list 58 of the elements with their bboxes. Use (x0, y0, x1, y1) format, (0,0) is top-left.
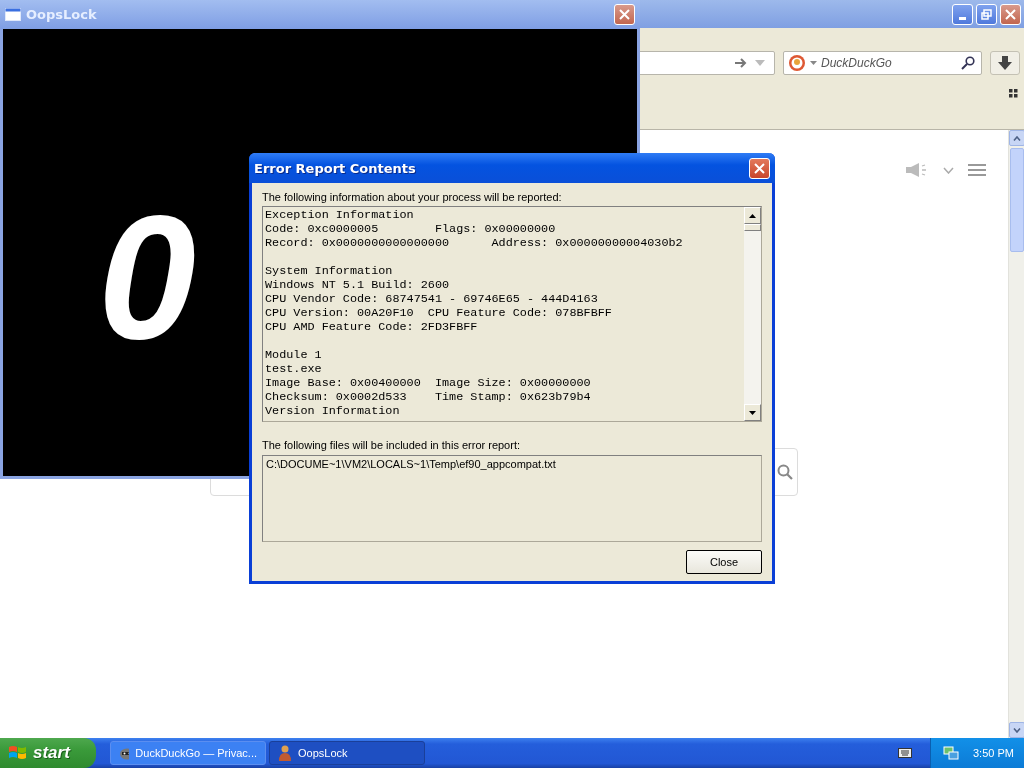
taskbar-button[interactable]: OopsLock (269, 741, 425, 765)
close-button[interactable] (1000, 3, 1021, 25)
dialog-title: Error Report Contents (254, 160, 417, 176)
report-line: Code: 0xc0000005 Flags: 0x00000000 (265, 222, 557, 236)
report-line: Module 1 (265, 348, 323, 362)
duck-logo-icon (788, 54, 806, 72)
close-icon (754, 162, 765, 174)
report-line: Version Information (265, 404, 401, 418)
arrow-up-icon (749, 213, 756, 218)
restore-button[interactable] (976, 3, 997, 25)
start-button[interactable]: start (0, 738, 96, 768)
close-button[interactable] (749, 157, 770, 179)
menu-icon[interactable] (968, 163, 986, 177)
files-label: The following files will be included in this error report: (262, 439, 521, 451)
minimize-button[interactable] (952, 3, 973, 25)
chevron-down-icon[interactable] (943, 166, 954, 174)
keyboard-icon (898, 748, 912, 758)
scrollbar[interactable] (1008, 130, 1024, 738)
window-title: OopsLock (26, 7, 98, 22)
report-line: CPU Vendor Code: 68747541 - 69746E65 - 444D4163 (265, 292, 599, 306)
scrollbar-thumb[interactable] (1010, 148, 1024, 252)
close-icon (619, 9, 630, 20)
report-line: CPU AMD Feature Code: 2FD3FBFF (265, 320, 479, 334)
report-line: Exception Information (265, 208, 415, 222)
report-line: Record: 0x0000000000000000 Address: 0x00000000004030b2 (265, 236, 684, 250)
restore-icon (981, 8, 992, 20)
report-line: Windows NT 5.1 Build: 2600 (265, 278, 451, 292)
minimize-icon (959, 16, 966, 20)
report-line: Checksum: 0x0002d533 Time Stamp: 0x623b79b4 (265, 390, 592, 404)
chevron-up-icon (1013, 135, 1021, 141)
download-button[interactable] (990, 51, 1020, 75)
lock-display-text: 0 (98, 179, 202, 375)
network-icon (943, 746, 959, 760)
close-icon (1005, 8, 1016, 20)
window-icon (5, 8, 21, 21)
arrow-right-icon (734, 57, 748, 69)
download-icon (998, 56, 1012, 70)
report-line: Image Base: 0x00400000 Image Size: 0x00000000 (265, 376, 592, 390)
dropdown-icon (810, 60, 817, 66)
report-line: CPU Version: 00A20F10 CPU Feature Code: 078BFBFF (265, 306, 613, 320)
arrow-down-icon (749, 410, 756, 415)
file-path: C:\DOCUME~1\VM2\LOCALS~1\Temp\ef90_appcompat.txt (266, 458, 557, 470)
clock: 3:50 PM (973, 747, 1014, 759)
chevron-down-icon (1013, 727, 1021, 733)
grip-icon (1009, 89, 1018, 98)
search-icon (777, 464, 793, 480)
info-label: The following information about your process will be reported: (262, 191, 563, 203)
report-line: System Information (265, 264, 394, 278)
taskbar-button[interactable]: DuckDuckGo — Privac... (110, 741, 266, 765)
megaphone-icon (905, 162, 929, 178)
report-line: test.exe (265, 362, 323, 376)
close-button[interactable] (614, 4, 635, 25)
close-button[interactable]: Close (686, 550, 762, 574)
windows-logo-icon (8, 744, 28, 762)
figure-icon (278, 745, 292, 761)
search-icon (961, 56, 975, 70)
search-field[interactable]: DuckDuckGo (783, 51, 982, 75)
dropdown-icon (754, 59, 766, 67)
